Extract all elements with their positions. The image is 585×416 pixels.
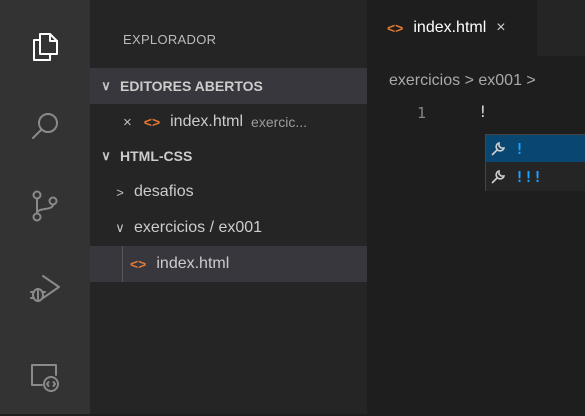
wrench-icon [489, 168, 507, 186]
suggestion-text: !!! [515, 167, 543, 186]
tree-item-desafios[interactable]: > desafios [90, 174, 367, 210]
open-editors-label: EDITORES ABERTOS [120, 78, 263, 94]
explorer-title: EXPLORADOR [123, 32, 217, 47]
chevron-down-icon: ∨ [101, 148, 111, 163]
remote-explorer-button[interactable] [0, 336, 90, 416]
tree-item-index-html[interactable]: <> index.html [90, 246, 367, 282]
open-editor-path: exercic... [251, 114, 308, 130]
run-debug-icon [30, 275, 60, 302]
search-icon [32, 113, 58, 139]
explorer-button[interactable] [0, 6, 90, 86]
tab-label: index.html [413, 19, 487, 36]
open-editor-filename: index.html [170, 113, 244, 130]
editor-area: <> index.html × exercicios > ex001 > 1 !… [367, 0, 585, 414]
chevron-down-icon: ∨ [101, 78, 111, 93]
source-control-button[interactable] [0, 166, 90, 246]
tab-bar: <> index.html × [367, 0, 585, 56]
tree-item-label: index.html [156, 255, 230, 272]
open-editor-item[interactable]: × <> index.html exercic... [90, 104, 367, 140]
breadcrumb[interactable]: exercicios > ex001 > [389, 72, 536, 90]
suggestion-text: ! [515, 139, 525, 158]
close-icon[interactable]: × [123, 114, 132, 131]
tree-item-label: desafios [134, 183, 194, 200]
close-icon[interactable]: × [496, 19, 505, 37]
code-line[interactable]: ! [478, 102, 488, 121]
run-debug-button[interactable] [0, 248, 90, 328]
tree-item-label: exercicios / ex001 [134, 219, 263, 236]
line-number: 1 [417, 104, 427, 122]
folder-label: HTML-CSS [120, 148, 193, 164]
html-file-icon: <> [130, 256, 147, 272]
tree-item-exercicios-ex001[interactable]: ∨ exercicios / ex001 [90, 210, 367, 246]
suggestion-widget: ! !!! [485, 134, 585, 191]
wrench-icon [489, 140, 507, 158]
html-file-icon: <> [143, 114, 161, 130]
files-icon [33, 33, 58, 61]
chevron-down-icon: ∨ [115, 220, 125, 235]
explorer-sidebar: EXPLORADOR ∨ EDITORES ABERTOS × <> index… [90, 0, 367, 414]
chevron-right-icon: > [116, 184, 124, 200]
indent-guide [122, 246, 123, 282]
suggestion-item[interactable]: !!! [486, 163, 585, 190]
folder-section-header[interactable]: ∨ HTML-CSS [90, 138, 367, 174]
source-control-icon [32, 190, 58, 222]
remote-explorer-icon [31, 364, 59, 392]
activity-bar [0, 0, 90, 414]
suggestion-item[interactable]: ! [486, 135, 585, 162]
html-file-icon: <> [387, 20, 404, 36]
search-button[interactable] [0, 86, 90, 166]
open-editors-section-header[interactable]: ∨ EDITORES ABERTOS [90, 68, 367, 104]
tab-index-html[interactable]: <> index.html × [367, 0, 537, 56]
